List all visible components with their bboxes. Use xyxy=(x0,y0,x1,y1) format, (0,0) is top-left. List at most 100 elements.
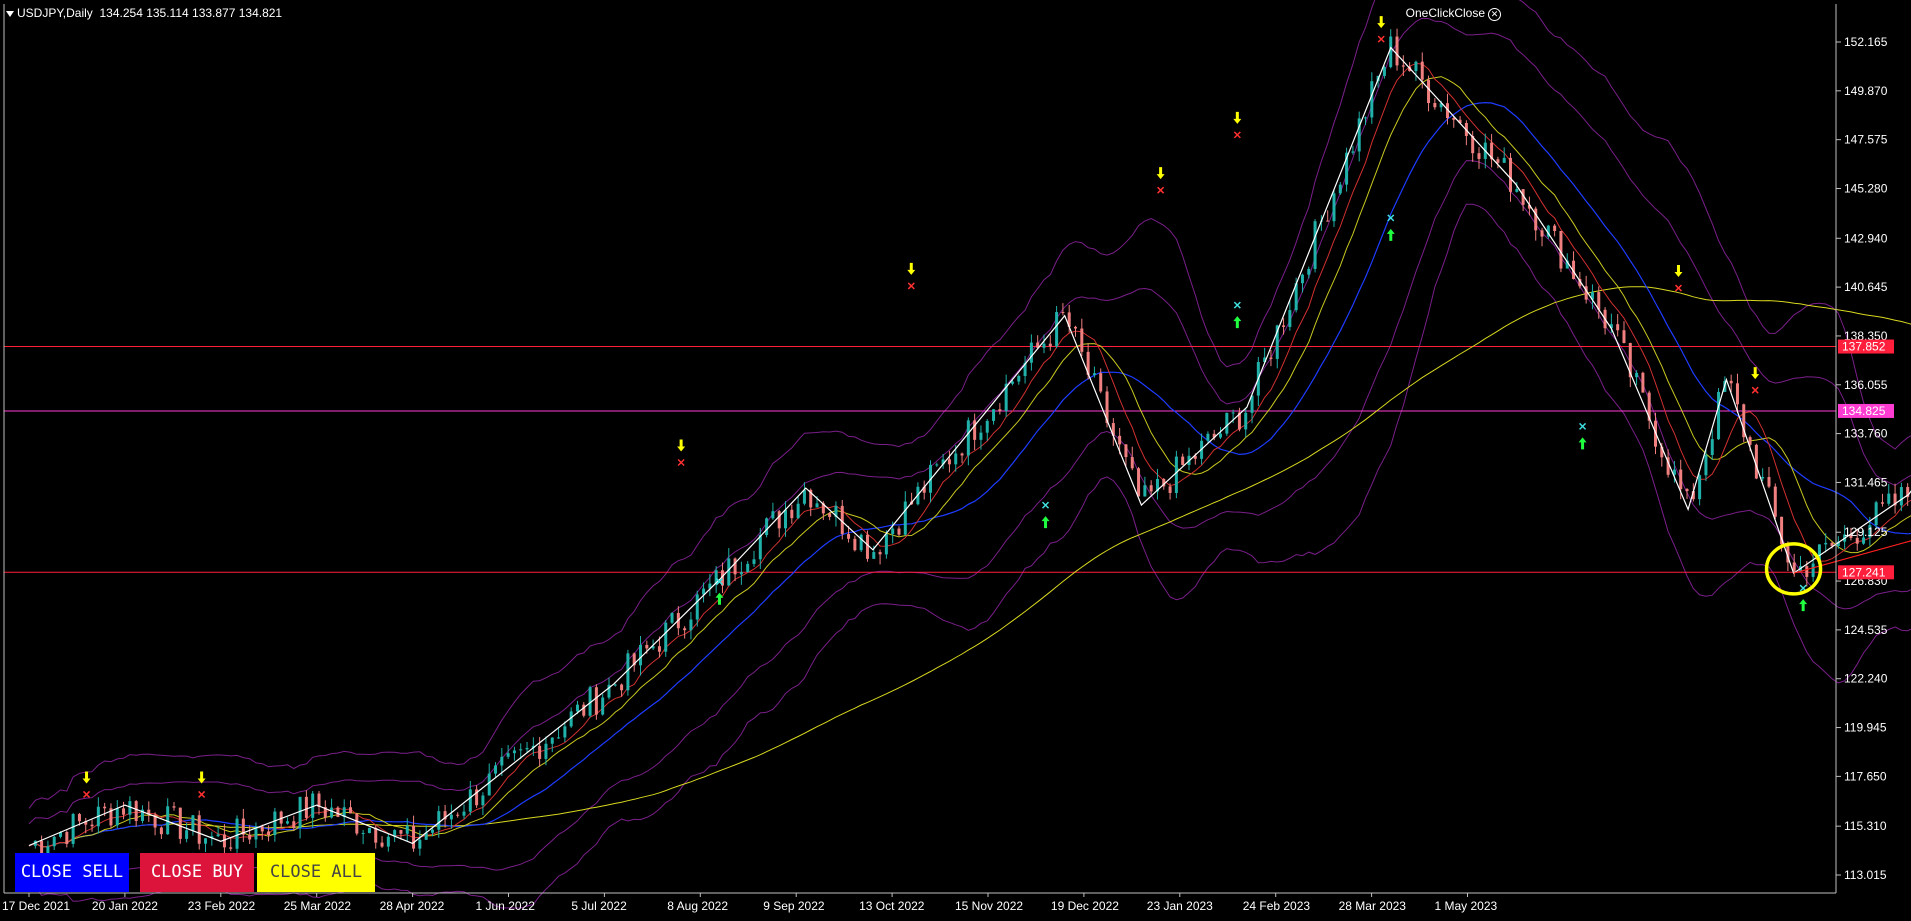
date-tick-label: 1 May 2023 xyxy=(1435,899,1498,913)
price-tick-label: 147.575 xyxy=(1844,133,1888,147)
candle-body xyxy=(519,749,523,751)
close-buy-button[interactable]: CLOSE BUY xyxy=(140,853,254,892)
candle-body xyxy=(758,535,762,560)
date-tick-label: 19 Dec 2022 xyxy=(1051,899,1119,913)
candle-body xyxy=(966,420,970,456)
candle-body xyxy=(1307,268,1311,275)
candle-body xyxy=(538,745,542,759)
candle-body xyxy=(399,830,403,834)
candle-body xyxy=(1414,61,1418,72)
candle-body xyxy=(437,811,441,830)
candle-body xyxy=(815,503,819,508)
candle-body xyxy=(613,684,617,686)
candle-body xyxy=(487,773,491,796)
price-flag-label: 127.241 xyxy=(1842,565,1886,579)
candle-body xyxy=(386,836,390,847)
date-tick-label: 13 Oct 2022 xyxy=(859,899,925,913)
candle-body xyxy=(878,552,882,555)
candle-body xyxy=(1313,221,1317,269)
candle-body xyxy=(1880,502,1884,504)
candle-body xyxy=(216,834,220,837)
sell-arrow-icon xyxy=(677,439,686,452)
sell-arrow-icon xyxy=(1156,167,1165,180)
sell-arrow-icon xyxy=(1674,265,1683,278)
candle-body xyxy=(1717,391,1721,440)
candle-body xyxy=(1231,412,1235,414)
collapse-triangle-icon[interactable] xyxy=(6,10,14,17)
oneclick-close-panel[interactable]: OneClickClose ✕ xyxy=(1406,6,1501,21)
zigzag-line xyxy=(28,46,1911,847)
candle-body xyxy=(979,432,983,440)
candle-body xyxy=(1761,477,1765,479)
candle-body xyxy=(645,644,649,649)
candle-body xyxy=(1477,153,1481,159)
candle-body xyxy=(1042,343,1046,348)
candle-body xyxy=(689,619,693,631)
candle-body xyxy=(412,825,416,849)
close-circle-icon[interactable]: ✕ xyxy=(1488,8,1501,21)
price-tick-label: 152.165 xyxy=(1844,35,1888,49)
price-tick-label: 124.535 xyxy=(1844,623,1888,637)
price-chart[interactable]: 152.165 149.870 147.575 145.280 142.940 140.6… xyxy=(0,0,1911,921)
candle-body xyxy=(229,847,233,849)
candle-body xyxy=(1792,562,1796,571)
candle-body xyxy=(285,821,289,824)
candle-body xyxy=(1338,184,1342,194)
buy-cross-icon xyxy=(1579,422,1587,430)
candle-body xyxy=(853,538,857,551)
candle-body xyxy=(178,807,182,839)
candle-body xyxy=(449,814,453,820)
sell-arrow-icon xyxy=(1377,16,1386,29)
candle-body xyxy=(1300,274,1304,284)
candle-body xyxy=(1420,61,1424,80)
candle-body xyxy=(1805,566,1809,577)
candle-body xyxy=(298,796,302,829)
candle-body xyxy=(1269,357,1273,359)
candle-body xyxy=(1540,230,1544,237)
candle-body xyxy=(601,697,605,715)
ma-yellow xyxy=(28,76,1911,848)
sell-cross-icon xyxy=(677,458,685,467)
close-sell-button[interactable]: CLOSE SELL xyxy=(15,853,129,892)
candle-body xyxy=(777,511,781,529)
candle-body xyxy=(1137,468,1141,497)
price-tick-label: 149.870 xyxy=(1844,84,1888,98)
buy-arrow-icon xyxy=(715,592,724,605)
candle-body xyxy=(1899,487,1903,506)
price-tick-label: 145.280 xyxy=(1844,181,1888,195)
candle-body xyxy=(1824,542,1828,545)
candle-body xyxy=(330,807,334,818)
candle-body xyxy=(891,528,895,535)
signal-markers xyxy=(82,16,1808,798)
buy-arrow-icon xyxy=(1233,316,1242,329)
candle-body xyxy=(575,704,579,712)
sell-cross-icon xyxy=(1751,386,1759,394)
close-all-button[interactable]: CLOSE ALL xyxy=(257,853,375,892)
date-tick-label: 8 Aug 2022 xyxy=(667,899,728,913)
candle-body xyxy=(985,420,989,433)
candle-body xyxy=(134,801,138,822)
moving-averages xyxy=(28,62,1911,848)
candle-body xyxy=(771,511,775,519)
candle-body xyxy=(349,807,353,814)
candle-body xyxy=(481,795,485,806)
candle-body xyxy=(1515,189,1519,192)
candle-body xyxy=(594,687,598,715)
zigzag-overlay xyxy=(28,46,1911,847)
candle-body xyxy=(796,503,800,519)
candle-body xyxy=(954,453,958,465)
candle-body xyxy=(40,840,44,854)
candle-body xyxy=(897,528,901,535)
date-tick-label: 15 Nov 2022 xyxy=(955,899,1023,913)
candle-body xyxy=(563,726,567,738)
ohlc-values: 134.254 135.114 133.877 134.821 xyxy=(99,6,283,20)
price-tick-label: 136.055 xyxy=(1844,378,1888,392)
candle-body xyxy=(191,815,195,831)
candle-body xyxy=(1364,117,1368,119)
date-tick-label: 1 Jun 2022 xyxy=(476,899,536,913)
date-tick-label: 23 Jan 2023 xyxy=(1147,899,1213,913)
price-tick-label: 133.760 xyxy=(1844,427,1888,441)
candle-body xyxy=(1010,381,1014,384)
candle-body xyxy=(1118,435,1122,445)
candle-body xyxy=(1206,433,1210,441)
